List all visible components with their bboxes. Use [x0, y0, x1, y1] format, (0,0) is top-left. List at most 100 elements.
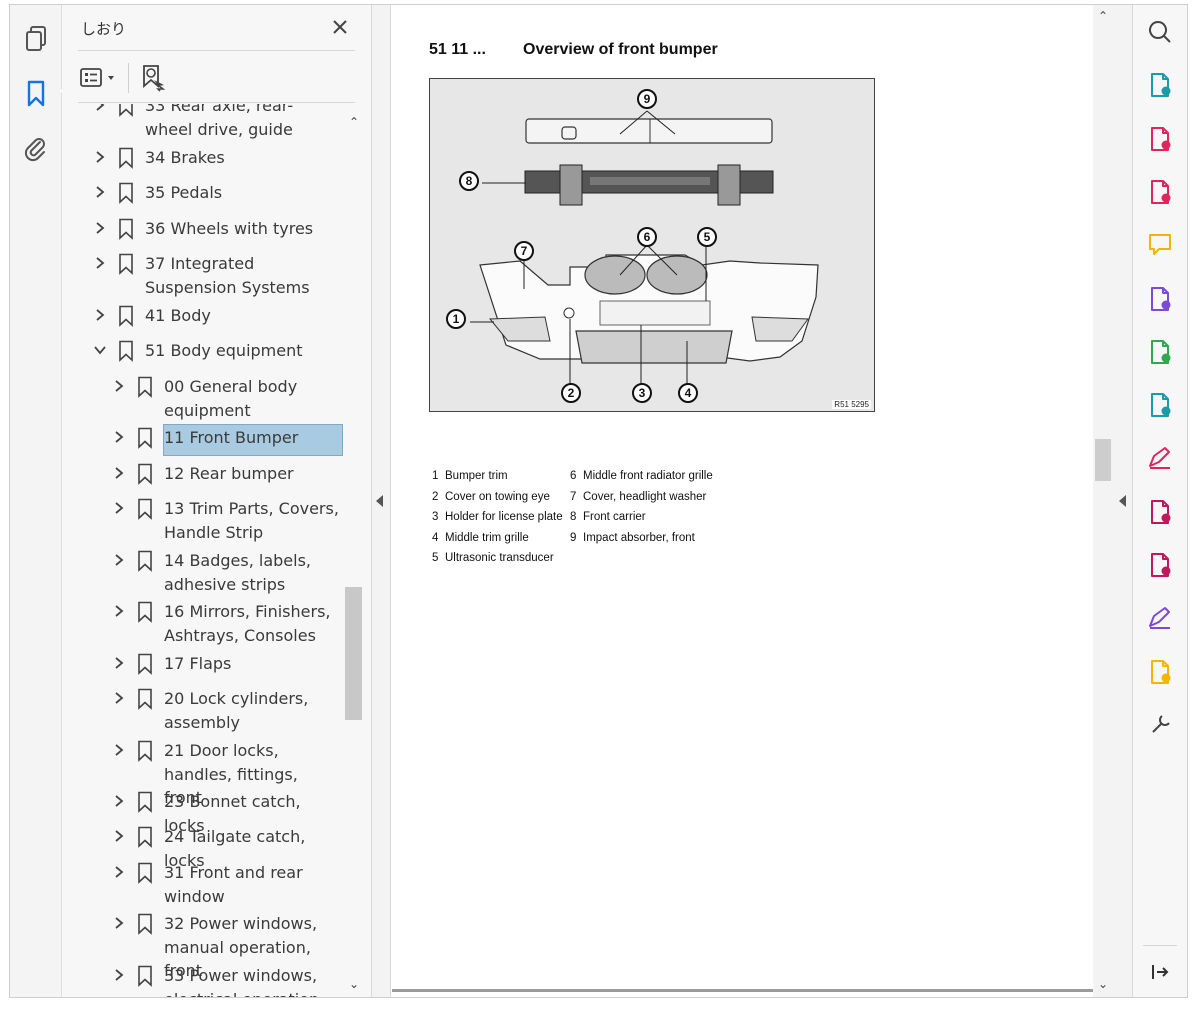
bookmark-label: 33 Rear axle, rear-wheel drive, guide [145, 104, 294, 139]
bookmark-icon [138, 740, 152, 762]
stamp-icon[interactable] [1145, 657, 1175, 687]
close-icon[interactable] [330, 17, 350, 37]
bookmark-label: 37 Integrated Suspension Systems [145, 254, 310, 297]
legend-number: 4 [432, 531, 439, 544]
scrollbar-thumb[interactable] [1095, 439, 1111, 481]
attachment-icon[interactable] [20, 132, 52, 164]
expand-right-panel-icon[interactable] [1119, 495, 1126, 507]
bookmarks-panel: しおり 33 Rear axle, rear-wheel drive, guid… [62, 5, 371, 997]
chevron-right-icon[interactable] [93, 185, 107, 199]
bookmark-icon [119, 340, 133, 362]
bookmark-icon [119, 305, 133, 327]
bookmark-label: 20 Lock cylinders, assembly [164, 689, 309, 732]
callout-4: 4 [678, 383, 698, 403]
bookmark-icon [119, 253, 133, 275]
chevron-right-icon[interactable] [112, 829, 126, 843]
chevron-right-icon[interactable] [112, 379, 126, 393]
bookmark-icon [119, 147, 133, 169]
right-panel-splitter[interactable] [1113, 5, 1133, 997]
find-bookmark-icon[interactable] [140, 65, 168, 92]
bookmark-label: 51 Body equipment [145, 341, 303, 360]
chevron-right-icon[interactable] [112, 466, 126, 480]
bookmark-icon[interactable] [20, 78, 52, 110]
chevron-right-icon[interactable] [112, 656, 126, 670]
rail-divider [1143, 945, 1177, 946]
bookmark-icon [138, 498, 152, 520]
scrollbar-thumb[interactable] [345, 587, 362, 720]
bookmark-icon [138, 427, 152, 449]
more-tools-icon[interactable] [1145, 710, 1175, 740]
chevron-right-icon[interactable] [112, 794, 126, 808]
chevron-right-icon[interactable] [112, 916, 126, 930]
bookmark-icon [119, 218, 133, 240]
legend-text: Holder for license plate [445, 511, 563, 523]
collapse-panel-icon[interactable] [1145, 957, 1175, 987]
legend-text: Cover on towing eye [445, 490, 550, 503]
acrobat-window: しおり 33 Rear axle, rear-wheel drive, guid… [9, 4, 1188, 998]
section-code: 51 11 ... [429, 41, 486, 58]
collapse-left-icon[interactable] [376, 495, 383, 507]
panel-splitter[interactable] [371, 5, 391, 997]
bookmark-label: 16 Mirrors, Finishers, Ashtrays, Console… [164, 602, 331, 645]
bookmark-icon [138, 913, 152, 935]
options-menu-icon[interactable] [80, 65, 118, 91]
callout-8: 8 [459, 171, 479, 191]
bookmark-icon [138, 862, 152, 884]
horizontal-scrollbar[interactable] [392, 989, 1093, 992]
bookmark-icon [119, 182, 133, 204]
legend-text: Impact absorber, front [583, 531, 695, 544]
chevron-right-icon[interactable] [112, 865, 126, 879]
fill-sign-icon[interactable] [1145, 443, 1175, 473]
redact-icon[interactable] [1145, 550, 1175, 580]
protect-icon[interactable] [1145, 497, 1175, 527]
chevron-right-icon[interactable] [112, 430, 126, 444]
compare-icon[interactable] [1145, 337, 1175, 367]
chevron-right-icon[interactable] [93, 308, 107, 322]
chevron-right-icon[interactable] [112, 691, 126, 705]
chevron-down-icon[interactable] [93, 343, 107, 357]
bookmark-icon [138, 376, 152, 398]
chevron-right-icon[interactable] [112, 501, 126, 515]
chevron-right-icon[interactable] [112, 553, 126, 567]
bookmark-label: 31 Front and rear window [164, 863, 303, 906]
zoom-icon[interactable] [1145, 17, 1175, 47]
export-pdf-icon[interactable] [1145, 70, 1175, 100]
organize-pages-icon[interactable] [1145, 124, 1175, 154]
request-signature-icon[interactable] [1145, 603, 1175, 633]
bookmarks-scrollbar[interactable]: ⌃ ⌄ [344, 111, 363, 997]
legend-number: 6 [570, 470, 577, 482]
chevron-right-icon[interactable] [93, 256, 107, 270]
scroll-down-icon[interactable]: ⌄ [1096, 977, 1110, 991]
chevron-right-icon[interactable] [112, 743, 126, 757]
combine-files-icon[interactable] [1145, 284, 1175, 314]
legend-item: 5 Ultrasonic transducer [432, 552, 554, 564]
legend-number: 8 [570, 511, 577, 523]
send-for-review-icon[interactable] [1145, 390, 1175, 420]
scroll-down-icon[interactable]: ⌄ [347, 977, 361, 991]
bookmark-tree: 33 Rear axle, rear-wheel drive, guide 34 … [62, 104, 371, 997]
legend-text: Middle front radiator grille [583, 470, 713, 482]
chevron-right-icon[interactable] [93, 104, 107, 112]
chevron-right-icon[interactable] [112, 968, 126, 982]
legend-number: 3 [432, 511, 439, 523]
legend-number: 2 [432, 490, 439, 503]
legend-item: 4 Middle trim grille [432, 532, 529, 544]
document-scrollbar[interactable]: ⌃ ⌄ [1093, 5, 1113, 997]
legend-text: Ultrasonic transducer [445, 552, 554, 564]
legend-number: 5 [432, 552, 439, 564]
chevron-right-icon[interactable] [112, 604, 126, 618]
figure-code: R51 5295 [832, 400, 871, 409]
scroll-up-icon[interactable]: ⌃ [347, 115, 361, 129]
bookmark-icon [138, 826, 152, 848]
pages-icon[interactable] [20, 23, 52, 55]
toolbar-divider [128, 63, 129, 93]
create-pdf-icon[interactable] [1145, 177, 1175, 207]
legend-text: Front carrier [583, 511, 646, 523]
bookmark-label: 17 Flaps [164, 654, 232, 673]
chevron-right-icon[interactable] [93, 221, 107, 235]
legend-item: 3 Holder for license plate [432, 511, 563, 523]
legend-number: 9 [570, 531, 577, 544]
comment-icon[interactable] [1145, 230, 1175, 260]
scroll-up-icon[interactable]: ⌃ [1096, 9, 1110, 23]
chevron-right-icon[interactable] [93, 150, 107, 164]
